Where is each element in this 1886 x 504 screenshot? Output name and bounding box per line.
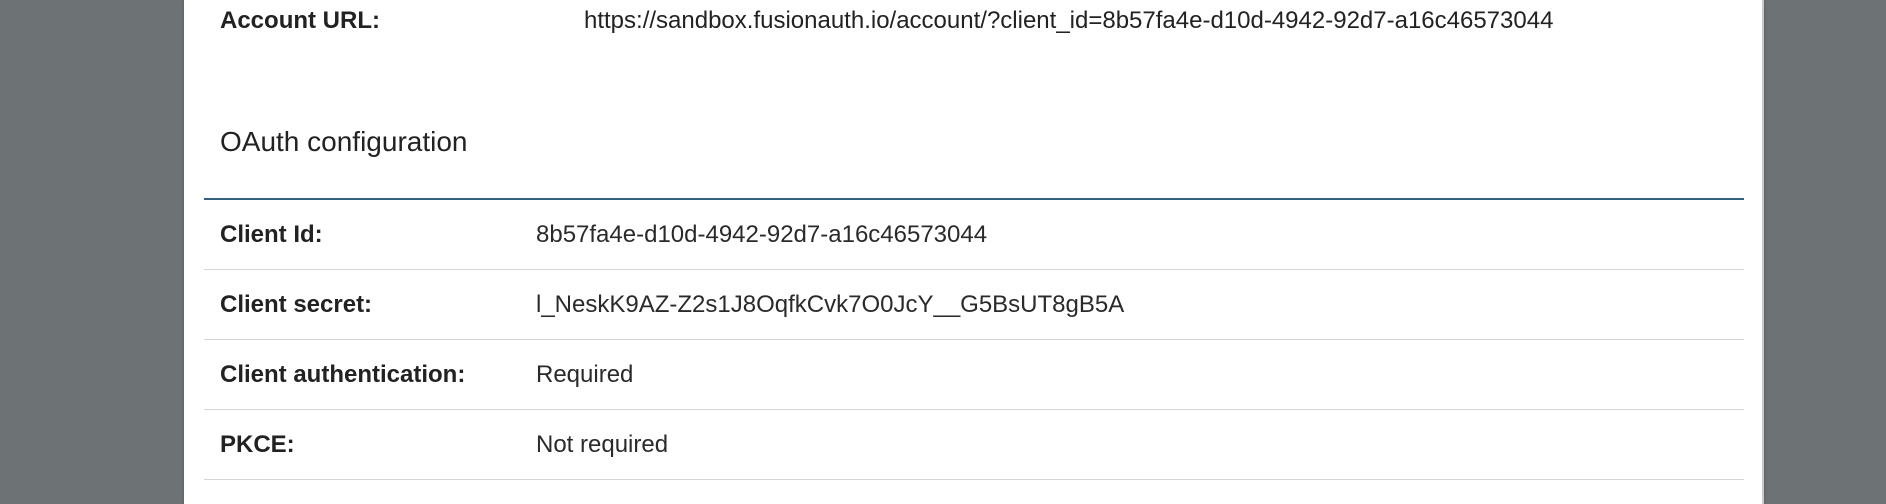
oauth-configuration-heading: OAuth configuration bbox=[220, 126, 468, 157]
client-secret-row: Client secret: l_NeskK9AZ-Z2s1J8OqfkCvk7… bbox=[204, 270, 1744, 340]
client-authentication-label: Client authentication: bbox=[220, 360, 466, 388]
account-url-label: Account URL: bbox=[220, 7, 380, 34]
client-id-label: Client Id: bbox=[220, 220, 323, 248]
client-authentication-value: Required bbox=[536, 360, 634, 388]
account-url-value: https://sandbox.fusionauth.io/account/?c… bbox=[584, 7, 1554, 34]
application-details-panel: Account URL: https://sandbox.fusionauth.… bbox=[184, 0, 1764, 504]
pkce-label: PKCE: bbox=[220, 430, 295, 458]
client-id-value: 8b57fa4e-d10d-4942-92d7-a16c46573044 bbox=[536, 220, 988, 248]
client-secret-value: l_NeskK9AZ-Z2s1J8OqfkCvk7O0JcY__G5BsUT8g… bbox=[536, 290, 1125, 318]
account-url-row: Account URL: https://sandbox.fusionauth.… bbox=[220, 6, 1553, 36]
client-id-row: Client Id: 8b57fa4e-d10d-4942-92d7-a16c4… bbox=[204, 200, 1744, 270]
pkce-value: Not required bbox=[536, 430, 669, 458]
client-authentication-row: Client authentication: Required bbox=[204, 340, 1744, 410]
oauth-configuration-table: Client Id: 8b57fa4e-d10d-4942-92d7-a16c4… bbox=[204, 198, 1744, 480]
pkce-row: PKCE: Not required bbox=[204, 410, 1744, 480]
client-secret-label: Client secret: bbox=[220, 290, 373, 318]
